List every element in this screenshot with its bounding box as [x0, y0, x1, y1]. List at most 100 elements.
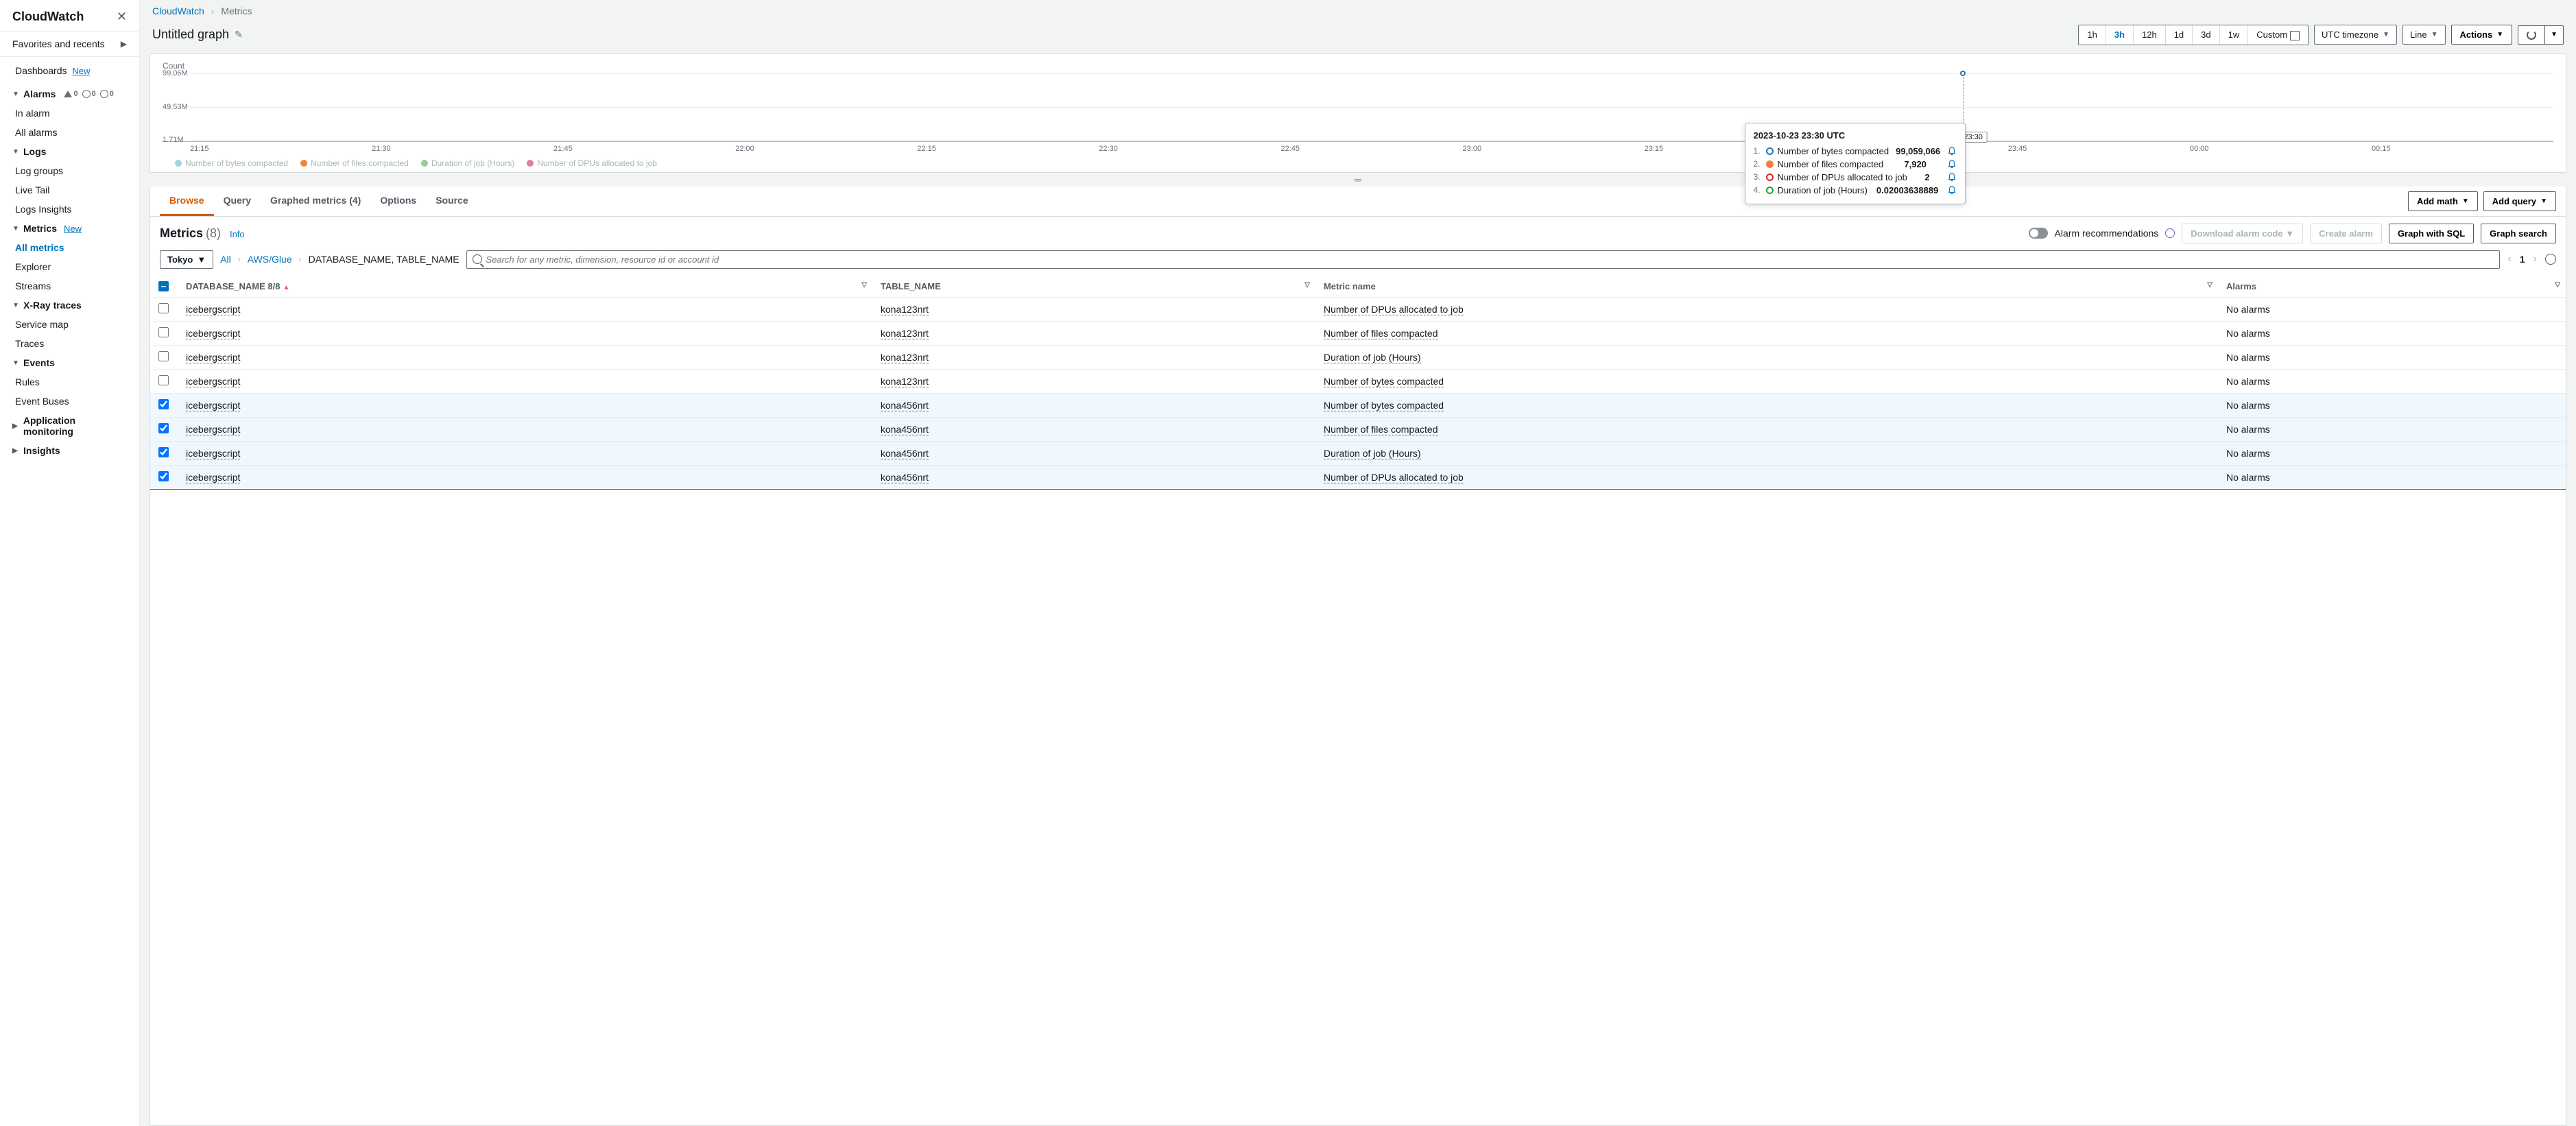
- row-checkbox[interactable]: [158, 327, 169, 337]
- db-cell[interactable]: icebergscript: [186, 472, 240, 483]
- sidebar-item-in-alarm[interactable]: In alarm: [0, 104, 139, 123]
- row-checkbox[interactable]: [158, 471, 169, 481]
- sidebar-item-all-metrics[interactable]: All metrics: [0, 238, 139, 257]
- db-cell[interactable]: icebergscript: [186, 304, 240, 315]
- region-select[interactable]: Tokyo▼: [160, 250, 213, 269]
- time-range-1h[interactable]: 1h: [2079, 25, 2106, 45]
- metric-cell[interactable]: Duration of job (Hours): [1324, 352, 1421, 363]
- line-chart[interactable]: 99.06M 49.53M 1.71M 10-23 23:30: [163, 73, 2553, 142]
- sidebar-item-log-groups[interactable]: Log groups: [0, 161, 139, 180]
- table-row[interactable]: icebergscript kona456nrt Number of bytes…: [150, 393, 2566, 417]
- row-checkbox[interactable]: [158, 399, 169, 409]
- breadcrumb-cloudwatch[interactable]: CloudWatch: [152, 5, 204, 16]
- sidebar-group-xray[interactable]: ▼X-Ray traces: [0, 296, 139, 315]
- row-checkbox[interactable]: [158, 423, 169, 433]
- refresh-menu-button[interactable]: ▼: [2545, 25, 2564, 45]
- legend-item[interactable]: Number of files compacted: [300, 158, 409, 168]
- db-cell[interactable]: icebergscript: [186, 400, 240, 411]
- db-cell[interactable]: icebergscript: [186, 352, 240, 363]
- col-metric[interactable]: Metric name▽: [1315, 276, 2218, 298]
- graph-sql-button[interactable]: Graph with SQL: [2389, 224, 2474, 243]
- time-range-12h[interactable]: 12h: [2134, 25, 2166, 45]
- legend-item[interactable]: Number of DPUs allocated to job: [527, 158, 657, 168]
- metric-cell[interactable]: Duration of job (Hours): [1324, 448, 1421, 459]
- time-range-Custom[interactable]: Custom: [2248, 25, 2308, 45]
- metric-cell[interactable]: Number of files compacted: [1324, 424, 1438, 435]
- bell-icon[interactable]: [1947, 185, 1957, 195]
- tab-browse[interactable]: Browse: [160, 187, 214, 216]
- table-row[interactable]: icebergscript kona123nrt Number of files…: [150, 321, 2566, 345]
- search-input[interactable]: [486, 254, 2494, 265]
- next-page-button[interactable]: ›: [2532, 252, 2538, 267]
- sidebar-group-appmon[interactable]: ▶Application monitoring: [0, 411, 139, 441]
- db-cell[interactable]: icebergscript: [186, 376, 240, 387]
- bc-all[interactable]: All: [220, 254, 231, 265]
- tab-query[interactable]: Query: [214, 187, 261, 216]
- col-table[interactable]: TABLE_NAME▽: [872, 276, 1315, 298]
- actions-button[interactable]: Actions▼: [2451, 25, 2513, 45]
- settings-icon[interactable]: [2545, 254, 2556, 265]
- sidebar-group-insights[interactable]: ▶Insights: [0, 441, 139, 460]
- table-row[interactable]: icebergscript kona456nrt Number of files…: [150, 417, 2566, 441]
- sidebar-item-explorer[interactable]: Explorer: [0, 257, 139, 276]
- table-row[interactable]: icebergscript kona456nrt Number of DPUs …: [150, 465, 2566, 489]
- metric-cell[interactable]: Number of DPUs allocated to job: [1324, 472, 1464, 483]
- refresh-button[interactable]: [2518, 25, 2545, 45]
- sidebar-item-traces[interactable]: Traces: [0, 334, 139, 353]
- table-cell[interactable]: kona456nrt: [881, 424, 929, 435]
- close-icon[interactable]: ✕: [117, 10, 127, 24]
- time-range-3d[interactable]: 3d: [2193, 25, 2219, 45]
- table-row[interactable]: icebergscript kona456nrt Duration of job…: [150, 441, 2566, 465]
- table-row[interactable]: icebergscript kona123nrt Number of DPUs …: [150, 297, 2566, 321]
- metric-cell[interactable]: Number of files compacted: [1324, 328, 1438, 339]
- col-alarms[interactable]: Alarms▽: [2218, 276, 2566, 298]
- info-link[interactable]: Info: [230, 229, 245, 239]
- graph-search-button[interactable]: Graph search: [2481, 224, 2556, 243]
- table-cell[interactable]: kona456nrt: [881, 400, 929, 411]
- favorites-recents[interactable]: Favorites and recents ▶: [0, 31, 139, 57]
- row-checkbox[interactable]: [158, 303, 169, 313]
- sidebar-item-service-map[interactable]: Service map: [0, 315, 139, 334]
- sidebar-group-events[interactable]: ▼Events: [0, 353, 139, 372]
- alarm-rec-toggle[interactable]: [2029, 228, 2048, 239]
- db-cell[interactable]: icebergscript: [186, 328, 240, 339]
- add-math-button[interactable]: Add math▼: [2408, 191, 2478, 211]
- add-query-button[interactable]: Add query▼: [2483, 191, 2556, 211]
- metric-cell[interactable]: Number of DPUs allocated to job: [1324, 304, 1464, 315]
- db-cell[interactable]: icebergscript: [186, 448, 240, 459]
- legend-item[interactable]: Number of bytes compacted: [175, 158, 288, 168]
- sidebar-item-rules[interactable]: Rules: [0, 372, 139, 392]
- sidebar-group-logs[interactable]: ▼Logs: [0, 142, 139, 161]
- table-row[interactable]: icebergscript kona123nrt Number of bytes…: [150, 369, 2566, 393]
- chart-type-select[interactable]: Line▼: [2402, 25, 2445, 45]
- row-checkbox[interactable]: [158, 375, 169, 385]
- sidebar-group-metrics[interactable]: ▼MetricsNew: [0, 219, 139, 238]
- db-cell[interactable]: icebergscript: [186, 424, 240, 435]
- table-cell[interactable]: kona456nrt: [881, 472, 929, 483]
- prev-page-button[interactable]: ‹: [2507, 252, 2513, 267]
- row-checkbox[interactable]: [158, 351, 169, 361]
- bell-icon[interactable]: [1947, 172, 1957, 182]
- sidebar-item-streams[interactable]: Streams: [0, 276, 139, 296]
- sidebar-group-alarms[interactable]: ▼ Alarms 0 0 0: [0, 84, 139, 104]
- sidebar-item-logs-insights[interactable]: Logs Insights: [0, 200, 139, 219]
- bc-service[interactable]: AWS/Glue: [248, 254, 292, 265]
- tab-options[interactable]: Options: [370, 187, 426, 216]
- col-database[interactable]: DATABASE_NAME 8/8▲▽: [178, 276, 872, 298]
- table-cell[interactable]: kona123nrt: [881, 328, 929, 339]
- tab-source[interactable]: Source: [426, 187, 477, 216]
- bell-icon[interactable]: [1947, 146, 1957, 156]
- sidebar-item-event-buses[interactable]: Event Buses: [0, 392, 139, 411]
- bell-icon[interactable]: [1947, 159, 1957, 169]
- sidebar-item-all-alarms[interactable]: All alarms: [0, 123, 139, 142]
- legend-item[interactable]: Duration of job (Hours): [421, 158, 514, 168]
- time-range-1d[interactable]: 1d: [2166, 25, 2193, 45]
- table-row[interactable]: icebergscript kona123nrt Duration of job…: [150, 345, 2566, 369]
- tab-graphed-metrics-[interactable]: Graphed metrics (4): [261, 187, 370, 216]
- row-checkbox[interactable]: [158, 447, 169, 457]
- select-all-checkbox[interactable]: −: [158, 281, 169, 291]
- table-cell[interactable]: kona456nrt: [881, 448, 929, 459]
- sidebar-item-dashboards[interactable]: Dashboards New: [0, 61, 139, 80]
- table-cell[interactable]: kona123nrt: [881, 376, 929, 387]
- metric-search[interactable]: [466, 250, 2500, 269]
